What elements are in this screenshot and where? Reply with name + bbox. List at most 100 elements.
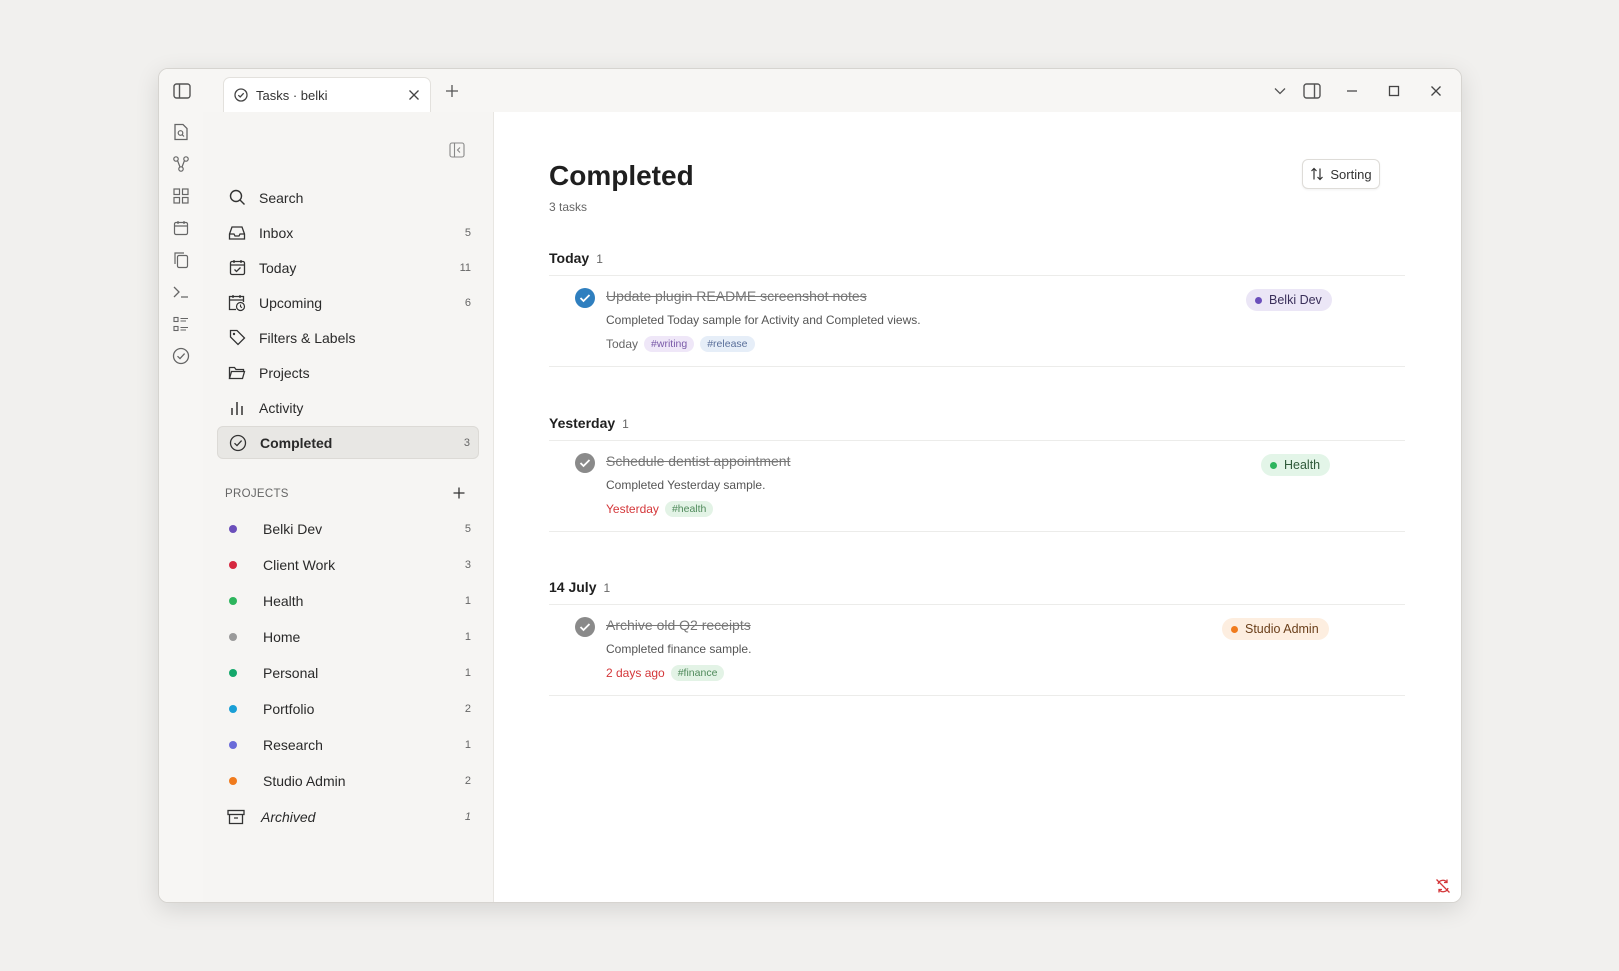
projects-header: PROJECTS bbox=[225, 488, 289, 500]
close-window-icon[interactable] bbox=[1427, 82, 1445, 100]
terminal-icon[interactable] bbox=[171, 282, 191, 302]
project-count: 1 bbox=[464, 666, 471, 679]
project-name: Belki Dev bbox=[263, 520, 323, 537]
task-meta: Today #writing #release bbox=[606, 336, 761, 352]
tasks-check-icon[interactable] bbox=[171, 346, 191, 366]
nav-today[interactable]: Today 11 bbox=[217, 251, 479, 284]
tag-chip[interactable]: #health bbox=[664, 501, 714, 517]
archived-count: 1 bbox=[464, 810, 471, 823]
grid-icon[interactable] bbox=[171, 186, 191, 206]
search-icon bbox=[227, 188, 247, 208]
nav-label: Today bbox=[259, 259, 297, 276]
list-icon[interactable] bbox=[171, 314, 191, 334]
toggle-right-sidebar-icon[interactable] bbox=[1301, 81, 1323, 101]
divider bbox=[549, 366, 1405, 367]
group-label: 14 July bbox=[549, 579, 597, 595]
project-item[interactable]: Client Work 3 bbox=[217, 548, 479, 581]
title-bar: Tasks · belki bbox=[159, 69, 1461, 113]
nav-completed[interactable]: Completed 3 bbox=[217, 426, 479, 459]
project-count: 2 bbox=[464, 774, 471, 787]
collapse-sidebar-icon[interactable] bbox=[449, 142, 465, 158]
add-project-icon[interactable] bbox=[452, 486, 466, 500]
task-item[interactable]: Update plugin README screenshot notes Co… bbox=[549, 276, 1405, 366]
project-name: Home bbox=[263, 628, 301, 645]
toggle-left-sidebar-icon[interactable] bbox=[171, 81, 193, 101]
task-item[interactable]: Archive old Q2 receipts Completed financ… bbox=[549, 605, 1405, 695]
group-header: Today 1 bbox=[549, 250, 603, 266]
nav-inbox[interactable]: Inbox 5 bbox=[217, 216, 479, 249]
archived-label: Archived bbox=[261, 808, 316, 825]
maximize-icon[interactable] bbox=[1385, 82, 1403, 100]
project-item[interactable]: Health 1 bbox=[217, 584, 479, 617]
nav-search[interactable]: Search bbox=[217, 181, 479, 214]
task-date: Yesterday bbox=[606, 502, 659, 516]
project-item[interactable]: Personal 1 bbox=[217, 656, 479, 689]
sidebar: Search Inbox 5 Today 11 Upcoming 6 Filte… bbox=[203, 112, 494, 902]
completed-checkbox[interactable] bbox=[575, 453, 595, 473]
divider bbox=[549, 695, 1405, 696]
task-meta: 2 days ago #finance bbox=[606, 665, 730, 681]
project-badge-label: Health bbox=[1284, 458, 1321, 472]
project-color-dot bbox=[229, 740, 237, 749]
calendar-clock-icon bbox=[227, 293, 247, 313]
check-circle-icon bbox=[234, 88, 248, 102]
project-color-dot bbox=[229, 524, 237, 533]
project-count: 1 bbox=[464, 738, 471, 751]
project-item[interactable]: Portfolio 2 bbox=[217, 692, 479, 725]
tag-chip[interactable]: #writing bbox=[644, 336, 695, 352]
copy-icon[interactable] bbox=[171, 250, 191, 270]
new-tab-icon[interactable] bbox=[443, 82, 461, 100]
sync-off-icon[interactable] bbox=[1435, 878, 1451, 894]
ribbon bbox=[159, 112, 204, 902]
project-count: 3 bbox=[464, 558, 471, 571]
project-name: Client Work bbox=[263, 556, 336, 573]
nav-label: Activity bbox=[259, 399, 304, 416]
project-badge[interactable]: Belki Dev bbox=[1246, 289, 1332, 311]
project-archived[interactable]: Archived 1 bbox=[217, 800, 479, 833]
tab-tasks[interactable]: Tasks · belki bbox=[223, 77, 431, 112]
chevron-down-icon[interactable] bbox=[1271, 83, 1289, 99]
nav-count: 11 bbox=[459, 261, 471, 274]
project-item[interactable]: Research 1 bbox=[217, 728, 479, 761]
project-item[interactable]: Studio Admin 2 bbox=[217, 764, 479, 797]
completed-checkbox[interactable] bbox=[575, 617, 595, 637]
check-circle-icon bbox=[228, 433, 248, 453]
app-window: Tasks · belki Search Inbox 5 Today 11 Up… bbox=[158, 68, 1462, 903]
graph-icon[interactable] bbox=[171, 154, 191, 174]
group-count: 1 bbox=[603, 581, 611, 595]
project-badge[interactable]: Health bbox=[1261, 454, 1331, 476]
calendar-icon[interactable] bbox=[171, 218, 191, 238]
close-tab-icon[interactable] bbox=[408, 89, 420, 101]
nav-count: 5 bbox=[464, 226, 471, 239]
task-item[interactable]: Schedule dentist appointment Completed Y… bbox=[549, 441, 1405, 531]
nav-count: 6 bbox=[464, 296, 471, 309]
nav-label: Search bbox=[259, 189, 304, 206]
file-search-icon[interactable] bbox=[171, 122, 191, 142]
minimize-icon[interactable] bbox=[1343, 82, 1361, 100]
project-name: Health bbox=[263, 592, 304, 609]
task-title[interactable]: Archive old Q2 receipts bbox=[606, 617, 751, 633]
project-count: 1 bbox=[464, 594, 471, 607]
group-label: Yesterday bbox=[549, 415, 616, 431]
task-title[interactable]: Schedule dentist appointment bbox=[606, 453, 790, 469]
project-item[interactable]: Belki Dev 5 bbox=[217, 512, 479, 545]
tag-chip[interactable]: #finance bbox=[670, 665, 725, 681]
task-meta: Yesterday #health bbox=[606, 501, 719, 517]
tag-chip[interactable]: #release bbox=[700, 336, 755, 352]
bar-chart-icon bbox=[227, 398, 247, 418]
project-name: Studio Admin bbox=[263, 772, 346, 789]
project-item[interactable]: Home 1 bbox=[217, 620, 479, 653]
completed-checkbox[interactable] bbox=[575, 288, 595, 308]
nav-filters-labels[interactable]: Filters & Labels bbox=[217, 321, 479, 354]
task-title[interactable]: Update plugin README screenshot notes bbox=[606, 288, 867, 304]
project-badge-dot bbox=[1270, 461, 1277, 469]
page-title: Completed bbox=[549, 160, 694, 191]
project-count: 5 bbox=[464, 522, 471, 535]
project-color-dot bbox=[229, 668, 237, 677]
nav-activity[interactable]: Activity bbox=[217, 391, 479, 424]
sorting-button[interactable]: Sorting bbox=[1302, 159, 1380, 189]
project-badge[interactable]: Studio Admin bbox=[1222, 618, 1329, 640]
nav-upcoming[interactable]: Upcoming 6 bbox=[217, 286, 479, 319]
nav-label: Completed bbox=[260, 434, 333, 451]
nav-projects[interactable]: Projects bbox=[217, 356, 479, 389]
